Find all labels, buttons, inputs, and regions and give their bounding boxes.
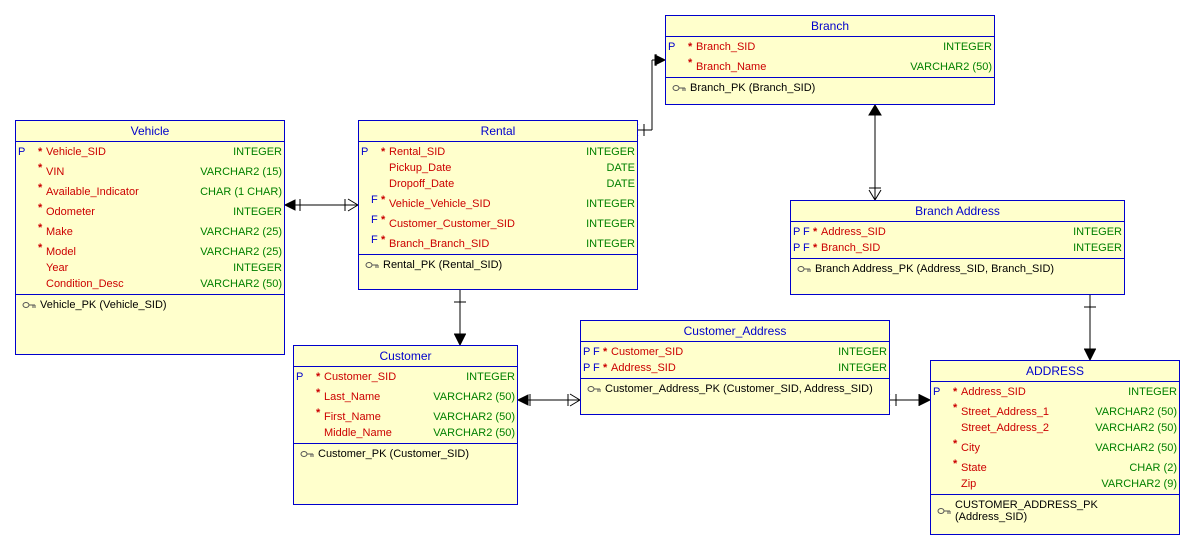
entity-keys: Branch_PK (Branch_SID) <box>666 78 994 98</box>
key-icon <box>365 260 379 270</box>
entity-title: Branch <box>666 16 994 37</box>
entity-columns: P*Address_SIDINTEGER *Street_Address_1VA… <box>931 382 1179 495</box>
entity-columns: PF*Address_SIDINTEGER PF*Branch_SIDINTEG… <box>791 222 1124 259</box>
entity-vehicle[interactable]: Vehicle P*Vehicle_SIDINTEGER *VINVARCHAR… <box>15 120 285 355</box>
key-icon <box>937 506 951 516</box>
entity-customer-address[interactable]: Customer_Address PF*Customer_SIDINTEGER … <box>580 320 890 415</box>
entity-columns: P*Customer_SIDINTEGER *Last_NameVARCHAR2… <box>294 367 517 444</box>
entity-keys: Vehicle_PK (Vehicle_SID) <box>16 295 284 315</box>
entity-branch-address[interactable]: Branch Address PF*Address_SIDINTEGER PF*… <box>790 200 1125 295</box>
entity-rental[interactable]: Rental P*Rental_SIDINTEGER Pickup_DateDA… <box>358 120 638 290</box>
entity-customer[interactable]: Customer P*Customer_SIDINTEGER *Last_Nam… <box>293 345 518 505</box>
entity-keys: Customer_PK (Customer_SID) <box>294 444 517 464</box>
key-icon <box>797 264 811 274</box>
entity-address[interactable]: ADDRESS P*Address_SIDINTEGER *Street_Add… <box>930 360 1180 535</box>
entity-title: Vehicle <box>16 121 284 142</box>
key-icon <box>22 300 36 310</box>
key-icon <box>300 449 314 459</box>
entity-title: Customer_Address <box>581 321 889 342</box>
entity-keys: Branch Address_PK (Address_SID, Branch_S… <box>791 259 1124 279</box>
entity-title: Branch Address <box>791 201 1124 222</box>
entity-columns: P*Rental_SIDINTEGER Pickup_DateDATE Drop… <box>359 142 637 255</box>
entity-columns: P*Branch_SIDINTEGER *Branch_NameVARCHAR2… <box>666 37 994 78</box>
entity-title: Customer <box>294 346 517 367</box>
entity-title: Rental <box>359 121 637 142</box>
key-icon <box>672 83 686 93</box>
entity-columns: P*Vehicle_SIDINTEGER *VINVARCHAR2 (15) *… <box>16 142 284 295</box>
entity-keys: Rental_PK (Rental_SID) <box>359 255 637 275</box>
entity-columns: PF*Customer_SIDINTEGER PF*Address_SIDINT… <box>581 342 889 379</box>
key-icon <box>587 384 601 394</box>
entity-keys: CUSTOMER_ADDRESS_PK (Address_SID) <box>931 495 1179 527</box>
entity-branch[interactable]: Branch P*Branch_SIDINTEGER *Branch_NameV… <box>665 15 995 105</box>
entity-keys: Customer_Address_PK (Customer_SID, Addre… <box>581 379 889 399</box>
entity-title: ADDRESS <box>931 361 1179 382</box>
